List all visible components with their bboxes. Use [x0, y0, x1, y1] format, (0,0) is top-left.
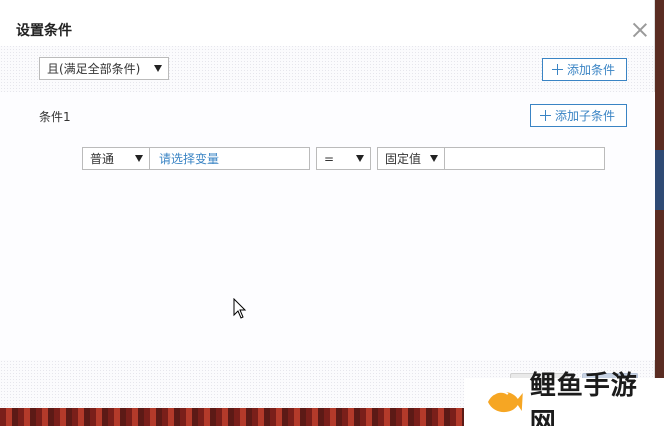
- logic-select-value: 且(满足全部条件): [47, 62, 141, 76]
- watermark-text: 鲤鱼手游网: [529, 371, 638, 426]
- operator-select[interactable]: =: [316, 147, 371, 170]
- condition-label: 条件1: [39, 110, 71, 124]
- value-type-value: 固定值: [385, 152, 422, 166]
- variable-input[interactable]: 请选择变量: [149, 147, 310, 170]
- dialog-title: 设置条件: [16, 23, 72, 39]
- chevron-down-icon: [430, 155, 438, 162]
- close-icon[interactable]: [630, 20, 650, 40]
- condition-panel: [0, 92, 655, 360]
- plus-icon: [540, 110, 551, 121]
- chevron-down-icon: [356, 155, 364, 162]
- value-type-select[interactable]: 固定值: [377, 147, 445, 170]
- set-condition-dialog: 设置条件 且(满足全部条件) 添加条件 条件1 添加子条件 普通 请选择变量 =…: [0, 0, 655, 408]
- background-edge: [655, 150, 664, 210]
- plus-icon: [552, 64, 563, 75]
- watermark: 鲤鱼手游网: [464, 371, 664, 426]
- add-condition-button[interactable]: 添加条件: [542, 58, 627, 81]
- mouse-cursor-icon: [233, 298, 247, 319]
- dialog-titlebar: 设置条件: [0, 0, 654, 46]
- logic-select[interactable]: 且(满足全部条件): [39, 57, 169, 80]
- chevron-down-icon: [154, 65, 162, 72]
- chevron-down-icon: [135, 155, 143, 162]
- add-sub-condition-label: 添加子条件: [555, 109, 616, 123]
- variable-placeholder: 请选择变量: [159, 152, 220, 166]
- condition-type-select[interactable]: 普通: [82, 147, 150, 170]
- add-sub-condition-button[interactable]: 添加子条件: [530, 104, 627, 127]
- add-condition-label: 添加条件: [567, 63, 616, 77]
- value-input[interactable]: [444, 147, 605, 170]
- condition-type-value: 普通: [90, 152, 115, 166]
- fish-logo-icon: [487, 390, 523, 413]
- operator-value: =: [324, 151, 335, 166]
